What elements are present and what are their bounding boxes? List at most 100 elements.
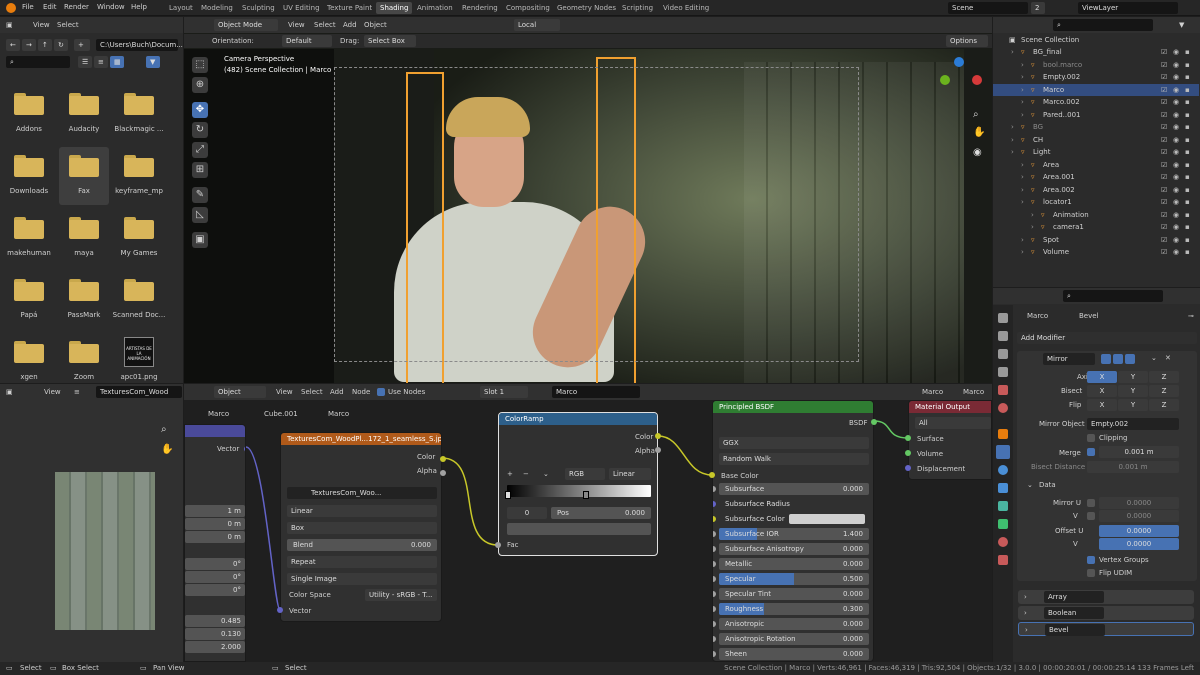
blend-slider[interactable]: Blend 0.000 (287, 539, 437, 551)
visibility-icon[interactable]: ◉ (1173, 161, 1179, 169)
data-section-label[interactable]: Data (1039, 481, 1056, 489)
bsdf-param-slider[interactable]: Sheen 0.000 (719, 648, 869, 660)
view-layer-selector[interactable]: ViewLayer (1078, 2, 1178, 14)
file-item[interactable]: Scanned Doc... (113, 271, 165, 329)
mirror-v-checkbox[interactable] (1087, 512, 1095, 520)
bsdf-title[interactable]: Principled BSDF (713, 401, 873, 413)
merge-distance-field[interactable]: 0.001 m (1099, 446, 1179, 458)
options-dropdown[interactable]: Options (946, 35, 988, 47)
bsdf-param-slider[interactable]: Subsurface Color (719, 513, 869, 525)
world-tab-icon[interactable] (998, 403, 1008, 413)
checkbox-icon[interactable]: ☑ (1161, 136, 1167, 144)
camera-icon[interactable]: ▪ (1185, 86, 1190, 94)
bisect-y-toggle[interactable]: Y (1118, 385, 1148, 397)
checkbox-icon[interactable]: ☑ (1161, 223, 1167, 231)
camera-icon[interactable]: ▪ (1185, 173, 1190, 181)
modifier-name[interactable]: Array (1044, 591, 1104, 603)
menu-view[interactable]: View (33, 21, 50, 29)
mirror-name-field[interactable]: Mirror (1043, 353, 1095, 365)
menu-file[interactable]: File (22, 3, 34, 11)
tab-animation[interactable]: Animation (413, 2, 457, 14)
render-icon[interactable] (1125, 354, 1135, 364)
color-mode-select[interactable]: RGB (565, 468, 605, 480)
modifier-name[interactable]: Boolean (1044, 607, 1104, 619)
bsdf-input-socket[interactable] (713, 636, 716, 642)
interpolation-select[interactable]: Linear (609, 468, 651, 480)
tab-video-editing[interactable]: Video Editing (659, 2, 713, 14)
mapping-field[interactable]: 2.000 (185, 641, 245, 653)
colorramp-title[interactable]: ColorRamp (499, 413, 657, 425)
checkbox-icon[interactable]: ☑ (1161, 248, 1167, 256)
mapping-field[interactable]: 0 m (185, 531, 245, 543)
mirror-u-field[interactable]: 0.0000 (1099, 497, 1179, 509)
bsdf-input-socket[interactable] (713, 591, 716, 597)
expand-arrow-icon[interactable]: › (1021, 198, 1024, 206)
mapping-field[interactable]: 0.485 (185, 615, 245, 627)
material-output-title[interactable]: Material Output (909, 401, 991, 413)
bisect-x-toggle[interactable]: X (1087, 385, 1117, 397)
menu-help[interactable]: Help (131, 3, 147, 11)
stop-index-field[interactable]: 0 (507, 507, 547, 519)
flip-z-toggle[interactable]: Z (1149, 399, 1179, 411)
bsdf-input-socket[interactable] (713, 531, 716, 537)
outliner-item[interactable]: › ▿ Animation ☑ ◉ ▪ (993, 209, 1199, 221)
extension-select[interactable]: Repeat (287, 556, 437, 568)
edit-mode-icon[interactable] (1101, 354, 1111, 364)
camera-icon[interactable]: ▪ (1185, 111, 1190, 119)
outliner-item[interactable]: › ▿ Area.002 ☑ ◉ ▪ (993, 184, 1199, 196)
outliner-item[interactable]: › ▿ Marco ☑ ◉ ▪ (993, 83, 1199, 96)
bsdf-input-socket[interactable] (713, 561, 716, 567)
outliner-item[interactable]: › ▿ CH ☑ ◉ ▪ (993, 134, 1199, 146)
checkbox-icon[interactable]: ☑ (1161, 61, 1167, 69)
mapping-node-partial[interactable]: Vector 1 m0 m0 m 0° 0° 0° 0.485 0.130 2.000 (184, 424, 246, 662)
move-icon[interactable]: ✥ (192, 102, 208, 118)
expand-arrow-icon[interactable]: › (1021, 98, 1024, 106)
checkbox-icon[interactable]: ☑ (1161, 73, 1167, 81)
base-color-socket[interactable] (709, 472, 715, 478)
expand-arrow-icon[interactable]: › (1011, 48, 1014, 56)
menu-select[interactable]: Select (57, 21, 79, 29)
modifier-array[interactable]: › Array (1018, 590, 1194, 604)
visibility-icon[interactable]: ◉ (1173, 123, 1179, 131)
visibility-icon[interactable]: ◉ (1173, 48, 1179, 56)
add-modifier-button[interactable]: Add Modifier (1017, 332, 1197, 344)
bsdf-param-slider[interactable]: Anisotropic 0.000 (719, 618, 869, 630)
checkbox-icon[interactable]: ☑ (1161, 98, 1167, 106)
bsdf-output-socket[interactable] (871, 419, 877, 425)
modifier-name[interactable]: Bevel (1045, 624, 1105, 636)
visibility-icon[interactable]: ◉ (1173, 136, 1179, 144)
path-field[interactable]: C:\Users\Buch\Docum... (96, 39, 183, 51)
expand-arrow-icon[interactable]: › (1031, 223, 1034, 231)
tab-shading[interactable]: Shading (376, 2, 413, 14)
outliner-item[interactable]: › ▿ BG ☑ ◉ ▪ (993, 121, 1199, 133)
camera-icon[interactable]: ▪ (1185, 161, 1190, 169)
bsdf-input-socket[interactable] (713, 576, 716, 582)
display-thumbnails-icon[interactable]: ▦ (110, 56, 124, 68)
colorramp-node[interactable]: ColorRamp Color Alpha + − ⌄ RGB Linear 0… (498, 412, 658, 556)
bsdf-input-socket[interactable] (713, 651, 716, 657)
camera-icon[interactable]: ▪ (1185, 98, 1190, 106)
bsdf-input-socket[interactable] (713, 621, 716, 627)
color-output-socket[interactable] (440, 456, 446, 462)
color-space-select[interactable]: Utility - sRGB - T... (365, 589, 437, 601)
visibility-icon[interactable]: ◉ (1173, 223, 1179, 231)
outliner-item[interactable]: › ▿ Pared..001 ☑ ◉ ▪ (993, 109, 1199, 121)
image-texture-node[interactable]: TexturesCom_WoodPl...172_1_seamless_S.jp… (280, 432, 442, 622)
merge-checkbox[interactable] (1087, 448, 1095, 456)
tab-uv-editing[interactable]: UV Editing (279, 2, 324, 14)
flip-udim-checkbox[interactable] (1087, 569, 1095, 577)
expand-arrow-icon[interactable]: › (1011, 123, 1014, 131)
scene-selector[interactable]: Scene (948, 2, 1028, 14)
bsdf-param-slider[interactable]: Metallic 0.000 (719, 558, 869, 570)
transform-icon[interactable]: ⊞ (192, 162, 208, 178)
checkbox-icon[interactable]: ☑ (1161, 111, 1167, 119)
tab-sculpting[interactable]: Sculpting (238, 2, 279, 14)
mapping-field[interactable]: 0° (185, 584, 245, 596)
file-item[interactable]: maya (59, 209, 109, 267)
render-tab-icon[interactable] (998, 331, 1008, 341)
checkbox-icon[interactable]: ☑ (1161, 161, 1167, 169)
vertex-groups-checkbox[interactable] (1087, 556, 1095, 564)
menu-view[interactable]: View (44, 388, 61, 396)
menu-edit[interactable]: Edit (43, 3, 57, 11)
parent-dir-icon[interactable]: ↑ (38, 39, 52, 51)
